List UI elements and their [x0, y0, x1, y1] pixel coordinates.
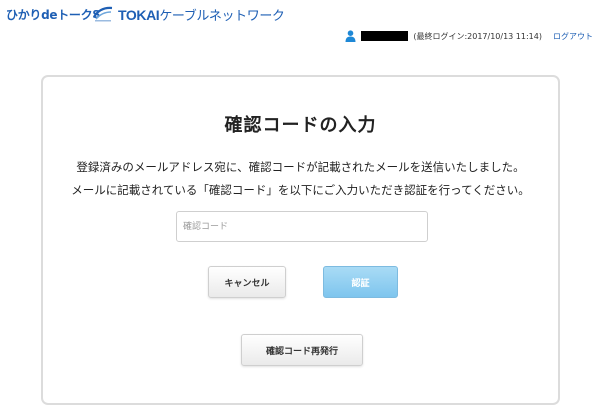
tokai-logo-main: TOKAI	[118, 6, 160, 23]
hikari-logo-main: ひかりdeトーク	[6, 7, 93, 22]
tokai-logo-kana: ケーブルネットワーク	[159, 7, 285, 23]
authenticate-button[interactable]: 認証	[323, 266, 398, 298]
user-icon	[345, 30, 356, 42]
header: ひかりdeトーク S TOKAIケーブルネットワーク	[0, 0, 600, 30]
last-login-text: (最終ログイン:2017/10/13 11:14)	[413, 31, 542, 41]
tokai-logo-text: TOKAIケーブルネットワーク	[118, 5, 285, 24]
instruction-line-2: メールに記載されている「確認コード」を以下にご入力いただき認証を行ってください。	[71, 183, 530, 197]
verification-panel: 確認コードの入力 登録済みのメールアドレス宛に、確認コードが記載されたメールを送…	[41, 75, 560, 405]
reissue-code-button[interactable]: 確認コード再発行	[241, 334, 363, 366]
logout-link[interactable]: ログアウト	[553, 31, 593, 42]
page-title: 確認コードの入力	[224, 115, 377, 136]
tokai-cable-network-logo[interactable]: TOKAIケーブルネットワーク	[92, 3, 285, 25]
instruction-line-1: 登録済みのメールアドレス宛に、確認コードが記載されたメールを送信いたしました。	[76, 160, 525, 174]
user-bar: (最終ログイン:2017/10/13 11:14) ログアウト	[345, 28, 593, 44]
verification-code-input[interactable]	[176, 211, 428, 242]
tokai-logo-icon	[93, 6, 113, 22]
hikari-de-talk-logo[interactable]: ひかりdeトーク S	[6, 3, 100, 25]
user-name-redacted	[361, 31, 409, 41]
cancel-button[interactable]: キャンセル	[208, 266, 286, 298]
